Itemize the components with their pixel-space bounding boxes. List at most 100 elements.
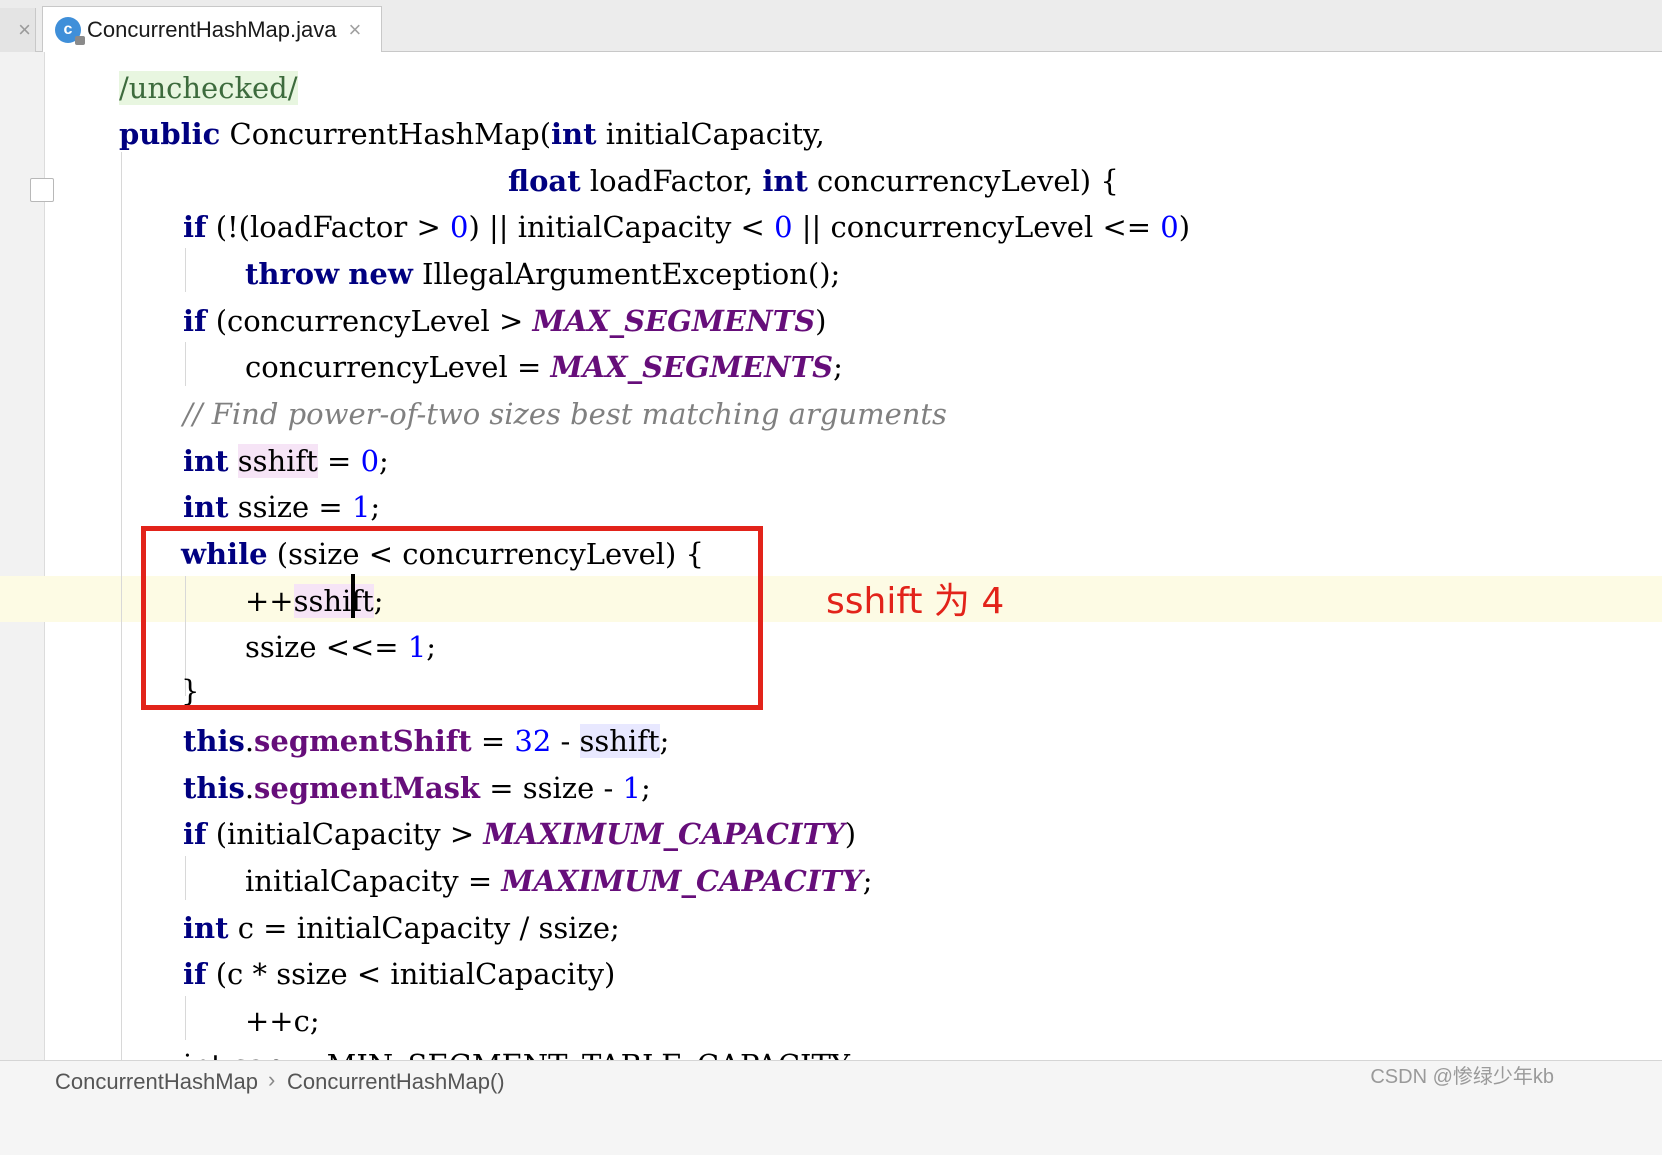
code-text: = ssize -: [480, 771, 623, 805]
code-text: concurrencyLevel =: [245, 350, 551, 384]
field: segmentMask: [254, 771, 481, 805]
keyword: throw: [245, 257, 340, 291]
keyword: int: [551, 117, 597, 151]
java-class-icon: c: [55, 16, 85, 45]
keyword: int: [183, 490, 229, 524]
code-text: (initialCapacity >: [206, 817, 484, 851]
keyword: int: [762, 164, 808, 198]
editor-tab-bar: × c ConcurrentHashMap.java ×: [0, 0, 1662, 52]
keyword: if: [183, 957, 207, 991]
annotation-token: /unchecked/: [119, 71, 298, 105]
code-text: ;: [659, 724, 670, 758]
breadcrumb-class[interactable]: ConcurrentHashMap: [55, 1069, 258, 1095]
breadcrumb-method[interactable]: ConcurrentHashMap(): [287, 1069, 505, 1095]
code-line: initialCapacity = MAXIMUM_CAPACITY;: [245, 858, 873, 904]
code-text: ) || initialCapacity <: [468, 210, 775, 244]
keyword: if: [183, 817, 207, 851]
code-text: =: [317, 444, 361, 478]
number: 1: [622, 771, 641, 805]
comment: // Find power-of-two sizes best matching…: [183, 397, 947, 431]
code-text: ): [844, 817, 857, 851]
code-text: =: [471, 724, 515, 758]
code-line: ++c;: [245, 998, 320, 1044]
code-text: .: [244, 771, 255, 805]
code-text: initialCapacity =: [245, 864, 502, 898]
indent-guide: [185, 856, 186, 900]
tab-title: ConcurrentHashMap.java: [87, 16, 337, 42]
keyword: int: [183, 911, 229, 945]
number: 0: [449, 210, 469, 244]
tab-concurrenthashmap-java[interactable]: c ConcurrentHashMap.java ×: [42, 6, 382, 52]
code-text: ): [1178, 210, 1191, 244]
code-text: (c * ssize < initialCapacity): [206, 957, 616, 991]
code-line: public ConcurrentHashMap(int initialCapa…: [119, 111, 825, 157]
code-text: || concurrencyLevel <=: [792, 210, 1161, 244]
number: 1: [351, 490, 371, 524]
keyword: public: [119, 117, 221, 151]
code-text: concurrencyLevel) {: [807, 164, 1119, 198]
code-text: ssize =: [228, 490, 352, 524]
indent-guide: [185, 342, 186, 386]
constant: MAXIMUM_CAPACITY: [501, 864, 863, 898]
indent-guide: [121, 152, 122, 1122]
code-line: concurrencyLevel = MAX_SEGMENTS;: [245, 344, 843, 390]
code-text: -: [551, 724, 580, 758]
code-text: ConcurrentHashMap(: [220, 117, 552, 151]
constant: MAX_SEGMENTS: [532, 304, 816, 338]
code-text: initialCapacity,: [596, 117, 825, 151]
code-line: if (c * ssize < initialCapacity): [183, 951, 615, 997]
variable-usage-highlight: sshift: [237, 444, 318, 478]
watermark: CSDN @惨绿少年kb: [1370, 1066, 1554, 1088]
code-text: loadFactor,: [580, 164, 763, 198]
code-line: float loadFactor, int concurrencyLevel) …: [508, 158, 1119, 204]
code-line: /unchecked/: [119, 65, 298, 111]
code-line: if (!(loadFactor > 0) || initialCapacity…: [183, 204, 1190, 250]
number: 0: [1160, 210, 1179, 244]
field: segmentShift: [254, 724, 472, 758]
class-letter: c: [63, 20, 73, 38]
code-line: if (concurrencyLevel > MAX_SEGMENTS): [183, 298, 826, 344]
breadcrumb-separator: ›: [268, 1067, 276, 1092]
close-icon[interactable]: ×: [348, 17, 361, 43]
code-text: ++c;: [245, 1004, 320, 1038]
code-line: int c = initialCapacity / ssize;: [183, 905, 620, 951]
code-text: (!(loadFactor >: [206, 210, 450, 244]
code-line: int ssize = 1;: [183, 484, 380, 530]
lock-icon: [75, 35, 85, 45]
code-text: IllegalArgumentException();: [412, 257, 841, 291]
keyword: if: [183, 210, 207, 244]
constant: MAX_SEGMENTS: [550, 350, 834, 384]
code-line: if (initialCapacity > MAXIMUM_CAPACITY): [183, 811, 856, 857]
code-text: ;: [379, 444, 389, 478]
keyword: this: [183, 724, 245, 758]
keyword: int: [183, 444, 229, 478]
number: 0: [774, 210, 793, 244]
code-line: this.segmentShift = 32 - sshift;: [183, 718, 669, 764]
highlight-box: [141, 526, 763, 710]
code-text: c = initialCapacity / ssize;: [228, 911, 620, 945]
annotation-note: sshift 为 4: [826, 581, 1005, 622]
code-line: this.segmentMask = ssize - 1;: [183, 765, 651, 811]
indent-guide: [185, 996, 186, 1040]
code-text: .: [244, 724, 255, 758]
code-text: (concurrencyLevel >: [206, 304, 533, 338]
variable-usage-highlight: sshift: [579, 724, 660, 758]
code-line: throw new IllegalArgumentException();: [245, 251, 840, 297]
number: 32: [514, 724, 552, 758]
keyword: float: [508, 164, 581, 198]
previous-tab-close-icon[interactable]: ×: [0, 8, 36, 52]
code-text: ;: [862, 864, 873, 898]
indent-guide: [185, 248, 186, 292]
code-text: ): [815, 304, 827, 338]
code-line: // Find power-of-two sizes best matching…: [183, 391, 947, 437]
keyword: new: [348, 257, 413, 291]
number: 0: [360, 444, 380, 478]
keyword: if: [183, 304, 207, 338]
constant: MAXIMUM_CAPACITY: [483, 817, 845, 851]
code-text: ;: [833, 350, 843, 384]
code-text: ;: [640, 771, 651, 805]
code-text: ;: [370, 490, 381, 524]
keyword: this: [183, 771, 245, 805]
